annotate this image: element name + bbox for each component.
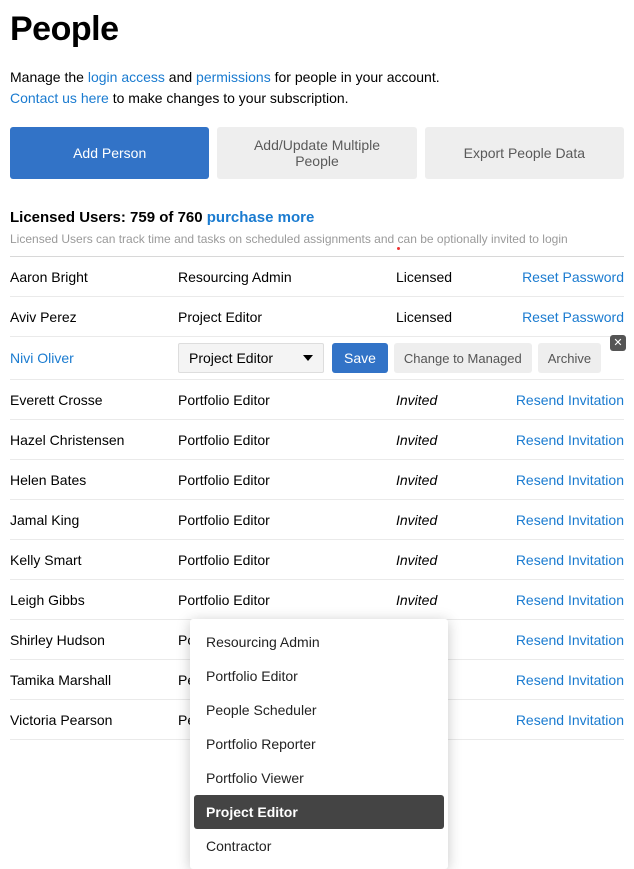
table-row: Aaron BrightResourcing AdminLicensed Rese… xyxy=(10,257,624,297)
person-role: Portfolio Editor xyxy=(178,592,396,608)
person-name: Aaron Bright xyxy=(10,269,178,285)
table-row: Leigh GibbsPortfolio EditorInvited Resend… xyxy=(10,580,624,620)
action-cell: Resend Invitation xyxy=(494,392,624,408)
add-person-button[interactable]: Add Person xyxy=(10,127,209,179)
role-option[interactable]: Resourcing Admin xyxy=(194,625,444,659)
row-action-link[interactable]: Resend Invitation xyxy=(516,632,624,648)
person-role: Portfolio Editor xyxy=(178,552,396,568)
action-cell: Resend Invitation xyxy=(494,672,624,688)
action-cell: Resend Invitation xyxy=(494,712,624,728)
action-cell: Resend Invitation xyxy=(494,552,624,568)
action-cell: Resend Invitation xyxy=(494,632,624,648)
action-cell: Reset Password xyxy=(494,269,624,285)
person-name-link[interactable]: Nivi Oliver xyxy=(10,350,178,366)
person-status: Licensed xyxy=(396,269,494,285)
person-name: Aviv Perez xyxy=(10,309,178,325)
login-access-link[interactable]: login access xyxy=(88,69,165,85)
person-name: Leigh Gibbs xyxy=(10,592,178,608)
save-button[interactable]: Save xyxy=(332,343,388,373)
archive-button[interactable]: Archive xyxy=(538,343,601,373)
person-name: Shirley Hudson xyxy=(10,632,178,648)
table-row: Kelly SmartPortfolio EditorInvited Resend… xyxy=(10,540,624,580)
role-option[interactable]: Project Editor xyxy=(194,795,444,829)
editing-row: ✕ Nivi Oliver Project Editor Save Change… xyxy=(10,337,624,380)
role-select-value: Project Editor xyxy=(189,350,273,366)
export-button[interactable]: Export People Data xyxy=(425,127,624,179)
person-name: Jamal King xyxy=(10,512,178,528)
change-to-managed-button[interactable]: Change to Managed xyxy=(394,343,532,373)
row-action-link[interactable]: Resend Invitation xyxy=(516,512,624,528)
role-option[interactable]: Portfolio Reporter xyxy=(194,727,444,761)
row-action-link[interactable]: Resend Invitation xyxy=(516,472,624,488)
permissions-link[interactable]: permissions xyxy=(196,69,271,85)
person-name: Victoria Pearson xyxy=(10,712,178,728)
action-cell: Resend Invitation xyxy=(494,472,624,488)
person-role: Resourcing Admin xyxy=(178,269,396,285)
row-action-link[interactable]: Resend Invitation xyxy=(516,432,624,448)
table-row: Hazel ChristensenPortfolio EditorInvited… xyxy=(10,420,624,460)
row-action-link[interactable]: Resend Invitation xyxy=(516,592,624,608)
person-status: Licensed xyxy=(396,309,494,325)
chevron-down-icon xyxy=(303,355,313,361)
alert-dot-icon xyxy=(397,247,400,250)
person-status: Invited xyxy=(396,432,494,448)
role-dropdown: Resourcing AdminPortfolio EditorPeople S… xyxy=(190,619,448,869)
person-status: Invited xyxy=(396,512,494,528)
action-button-row: Add Person Add/Update Multiple People Ex… xyxy=(10,127,624,179)
close-icon[interactable]: ✕ xyxy=(610,335,626,351)
licensed-users-summary: Licensed Users: 759 of 760 purchase more xyxy=(10,209,624,226)
add-multiple-button[interactable]: Add/Update Multiple People xyxy=(217,127,416,179)
action-cell: Reset Password xyxy=(494,309,624,325)
intro-part: Manage the xyxy=(10,69,88,85)
row-action-link[interactable]: Resend Invitation xyxy=(516,712,624,728)
person-role: Project Editor xyxy=(178,309,396,325)
licensed-count-label: Licensed Users: 759 of 760 xyxy=(10,209,207,226)
role-option[interactable]: People Scheduler xyxy=(194,693,444,727)
row-action-link[interactable]: Resend Invitation xyxy=(516,672,624,688)
person-role: Portfolio Editor xyxy=(178,432,396,448)
table-row: Helen BatesPortfolio EditorInvited Resend… xyxy=(10,460,624,500)
action-cell: Resend Invitation xyxy=(494,512,624,528)
licensed-users-description: Licensed Users can track time and tasks … xyxy=(10,232,624,257)
purchase-more-link[interactable]: purchase more xyxy=(207,209,315,226)
action-cell: Resend Invitation xyxy=(494,592,624,608)
person-status: Invited xyxy=(396,392,494,408)
person-name: Helen Bates xyxy=(10,472,178,488)
person-name: Hazel Christensen xyxy=(10,432,178,448)
page-title: People xyxy=(10,10,624,49)
intro-text: Manage the login access and permissions … xyxy=(10,67,624,109)
person-name: Everett Crosse xyxy=(10,392,178,408)
table-row: Everett CrossePortfolio EditorInvited Res… xyxy=(10,380,624,420)
person-status: Invited xyxy=(396,552,494,568)
person-role: Portfolio Editor xyxy=(178,392,396,408)
person-role: Portfolio Editor xyxy=(178,472,396,488)
person-role: Portfolio Editor xyxy=(178,512,396,528)
person-name: Tamika Marshall xyxy=(10,672,178,688)
person-status: Invited xyxy=(396,472,494,488)
row-action-link[interactable]: Reset Password xyxy=(522,309,624,325)
person-status: Invited xyxy=(396,592,494,608)
action-cell: Resend Invitation xyxy=(494,432,624,448)
row-action-link[interactable]: Reset Password xyxy=(522,269,624,285)
intro-part: and xyxy=(165,69,196,85)
intro-part: for people in your account. xyxy=(271,69,440,85)
row-action-link[interactable]: Resend Invitation xyxy=(516,552,624,568)
people-table: Aaron BrightResourcing AdminLicensedRese… xyxy=(10,257,624,740)
table-row: Aviv PerezProject EditorLicensed Reset Pa… xyxy=(10,297,624,337)
role-option[interactable]: Portfolio Editor xyxy=(194,659,444,693)
role-option[interactable]: Portfolio Viewer xyxy=(194,761,444,795)
table-row: Jamal KingPortfolio EditorInvited Resend … xyxy=(10,500,624,540)
role-select[interactable]: Project Editor xyxy=(178,343,324,373)
person-name: Kelly Smart xyxy=(10,552,178,568)
contact-us-link[interactable]: Contact us here xyxy=(10,90,109,106)
intro-part: to make changes to your subscription. xyxy=(109,90,349,106)
row-action-link[interactable]: Resend Invitation xyxy=(516,392,624,408)
role-option[interactable]: Contractor xyxy=(194,829,444,863)
